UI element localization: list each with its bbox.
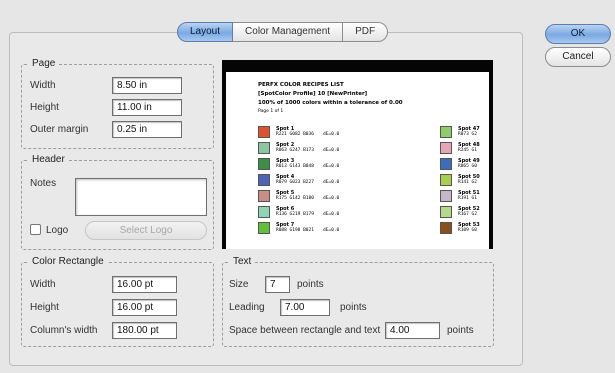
space-unit: points	[447, 325, 474, 336]
color-rectangle-legend: Color Rectangle	[29, 256, 107, 267]
space-label: Space between rectangle and text	[229, 325, 381, 336]
spot-swatch	[258, 158, 270, 170]
spot-swatch	[440, 190, 452, 202]
spot-delta: dE=0.0	[323, 196, 340, 201]
spot-values: R088 G198 B021	[276, 228, 314, 233]
tab-color-management[interactable]: Color Management	[233, 22, 344, 42]
tab-layout[interactable]: Layout	[177, 22, 234, 42]
preview-tolerance-line: 100% of 1000 colors within a tolerance o…	[258, 100, 403, 106]
rect-height-label: Height	[30, 302, 59, 313]
spot-delta: dE=0.0	[323, 132, 340, 137]
spot-swatch	[258, 222, 270, 234]
ok-button[interactable]: OK	[545, 24, 611, 44]
page-legend: Page	[29, 58, 59, 69]
preview-title: PERFX COLOR RECIPES LIST	[258, 82, 344, 88]
spot-swatch	[258, 142, 270, 154]
spot-swatch	[258, 174, 270, 186]
outer-margin-label: Outer margin	[30, 124, 89, 135]
notes-textarea[interactable]	[75, 178, 207, 216]
spot-swatch	[258, 126, 270, 138]
page-preview: PERFX COLOR RECIPES LIST [SpotColor Prof…	[222, 60, 493, 249]
spot-swatch	[440, 222, 452, 234]
preview-sheet: PERFX COLOR RECIPES LIST [SpotColor Prof…	[226, 72, 489, 249]
space-field[interactable]: 4.00	[385, 322, 440, 339]
spot-values: R221 G082 B036	[276, 132, 314, 137]
spot-swatch	[258, 190, 270, 202]
logo-label: Logo	[46, 225, 69, 236]
spot-swatch	[440, 158, 452, 170]
text-legend: Text	[230, 256, 255, 267]
page-width-field[interactable]: 8.50 in	[112, 77, 182, 94]
rect-width-label: Width	[30, 279, 56, 290]
spot-values: R136 G219 B179	[276, 212, 314, 217]
page-group: Page Width 8.50 in Height 11.00 in Outer…	[21, 58, 214, 149]
preview-page-number: Page 1 of 1	[258, 109, 284, 114]
spot-values: R013 G143 B048	[276, 164, 314, 169]
page-height-label: Height	[30, 102, 59, 113]
spot-values: R079 G023 B227	[276, 180, 314, 185]
header-group: Header Notes Logo Select Logo	[21, 154, 214, 250]
leading-label: Leading	[229, 302, 265, 313]
spot-swatch	[440, 206, 452, 218]
spot-swatch	[258, 206, 270, 218]
leading-unit: points	[340, 302, 367, 313]
spot-values: R191 G1	[458, 196, 477, 201]
spot-delta: dE=0.0	[323, 228, 340, 233]
select-logo-button[interactable]: Select Logo	[85, 221, 207, 240]
cancel-button[interactable]: Cancel	[545, 47, 611, 67]
spot-values: R063 G247 B173	[276, 148, 314, 153]
spot-values: R109 G0	[458, 228, 477, 233]
rect-width-field[interactable]: 16.00 pt	[112, 276, 177, 293]
spot-delta: dE=0.0	[323, 148, 340, 153]
header-legend: Header	[29, 154, 68, 165]
rect-height-field[interactable]: 16.00 pt	[112, 299, 177, 316]
size-field[interactable]: 7	[265, 276, 290, 293]
spot-values: R073 G2	[458, 132, 477, 137]
color-rectangle-group: Color Rectangle Width 16.00 pt Height 16…	[21, 256, 214, 347]
spot-values: R141 G2	[458, 180, 477, 185]
spot-swatch	[440, 174, 452, 186]
page-width-label: Width	[30, 80, 56, 91]
page-height-field[interactable]: 11.00 in	[112, 99, 182, 116]
tab-pdf[interactable]: PDF	[343, 22, 389, 42]
spot-values: R245 G1	[458, 148, 477, 153]
column-width-field[interactable]: 180.00 pt	[112, 322, 177, 339]
preview-profile-line: [SpotColor Profile] 10 [NewPrinter]	[258, 91, 368, 97]
size-unit: points	[297, 279, 324, 290]
spot-delta: dE=0.0	[323, 212, 340, 217]
spot-values: R167 G2	[458, 212, 477, 217]
spot-values: R175 G142 B180	[276, 196, 314, 201]
spot-delta: dE=0.0	[323, 180, 340, 185]
notes-label: Notes	[30, 178, 57, 189]
leading-field[interactable]: 7.00	[280, 299, 330, 316]
spot-delta: dE=0.0	[323, 164, 340, 169]
size-label: Size	[229, 279, 249, 290]
spot-values: R065 G0	[458, 164, 477, 169]
tab-bar: Layout Color Management PDF	[177, 22, 389, 42]
spot-swatch	[440, 142, 452, 154]
text-group: Text Size 7 points Leading 7.00 points S…	[222, 256, 494, 347]
outer-margin-field[interactable]: 0.25 in	[112, 121, 182, 138]
spot-swatch	[440, 126, 452, 138]
column-width-label: Column's width	[30, 325, 98, 336]
logo-checkbox[interactable]	[30, 224, 41, 235]
